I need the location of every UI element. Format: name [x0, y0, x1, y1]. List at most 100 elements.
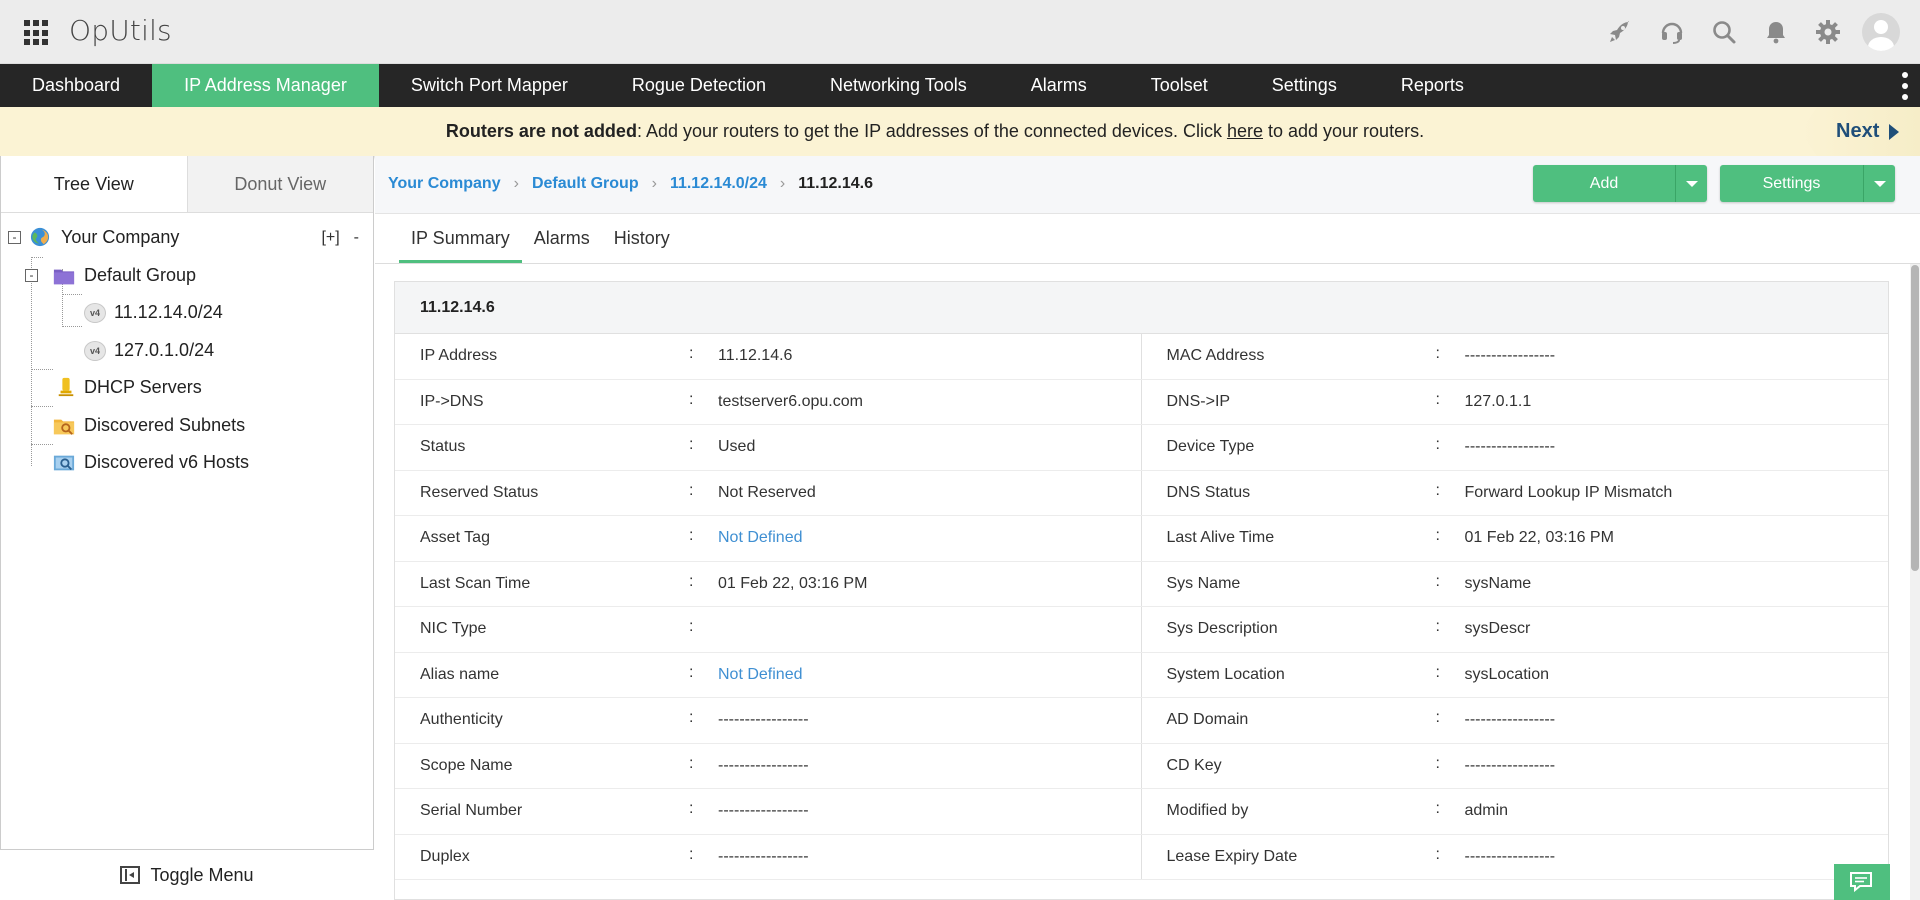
field-label: CD Key [1166, 756, 1222, 774]
expand-all-button[interactable]: [+] [321, 229, 339, 247]
more-menu-icon[interactable] [1900, 72, 1910, 100]
summary-row: Duplex: ----------------- Lease Expiry Dat… [395, 834, 1888, 880]
top-header: OpUtils [0, 0, 1920, 64]
nav-alarms[interactable]: Alarms [999, 64, 1119, 107]
nav-rogue-detection[interactable]: Rogue Detection [600, 64, 798, 107]
field-value: ----------------- [1464, 347, 1556, 365]
summary-row: Serial Number: ----------------- Modified … [395, 789, 1888, 835]
banner-next-button[interactable]: Next [1800, 107, 1920, 156]
tab-alarms[interactable]: Alarms [522, 215, 602, 263]
nav-networking-tools[interactable]: Networking Tools [798, 64, 999, 107]
field-value: sysLocation [1464, 665, 1550, 683]
tab-ip-summary[interactable]: IP Summary [399, 215, 522, 263]
view-tabs: Tree View Donut View [1, 156, 373, 213]
toggle-menu-button[interactable]: Toggle Menu [0, 850, 374, 900]
tree-label-discovered-v6: Discovered v6 Hosts [84, 452, 250, 473]
summary-cell: DNS Status: Forward Lookup IP Mismatch [1142, 471, 1889, 516]
breadcrumb-default-group[interactable]: Default Group [532, 175, 639, 193]
summary-cell: Serial Number: ----------------- [395, 789, 1142, 834]
gear-icon[interactable] [1810, 12, 1846, 52]
tree-node-your-company[interactable]: - Your Company [+] - [1, 219, 373, 257]
chat-icon [1850, 872, 1872, 893]
nav-switch-port-mapper[interactable]: Switch Port Mapper [379, 64, 600, 107]
headset-icon[interactable] [1654, 12, 1690, 52]
field-label: Device Type [1166, 438, 1255, 456]
field-label: IP->DNS [420, 392, 484, 410]
settings-dropdown-toggle[interactable] [1864, 165, 1895, 202]
field-separator: : [689, 390, 694, 408]
field-value: ----------------- [1464, 711, 1556, 729]
nav-dashboard[interactable]: Dashboard [0, 64, 152, 107]
collapse-toggle[interactable]: - [25, 268, 38, 282]
field-value-link[interactable]: Not Defined [718, 529, 803, 547]
summary-cell: Sys Description: sysDescr [1142, 607, 1889, 652]
tree-node-discovered-v6-hosts[interactable]: Discovered v6 Hosts [1, 444, 373, 482]
summary-row: IP->DNS: testserver6.opu.com DNS->IP: 127.0… [395, 379, 1888, 425]
tab-tree-view[interactable]: Tree View [1, 156, 187, 212]
field-label: Sys Name [1166, 574, 1241, 592]
chevron-right-icon: › [513, 175, 519, 192]
tab-donut-view[interactable]: Donut View [186, 156, 373, 212]
nav-ip-address-manager[interactable]: IP Address Manager [152, 64, 379, 107]
tree-node-subnet[interactable]: v4 127.0.1.0/24 [1, 332, 373, 370]
app-title: OpUtils [69, 14, 172, 47]
summary-cell: CD Key: ----------------- [1142, 744, 1889, 789]
settings-button[interactable]: Settings [1720, 165, 1864, 202]
summary-cell: Asset Tag: Not Defined [395, 516, 1142, 561]
nav-toolset[interactable]: Toolset [1119, 64, 1240, 107]
tree-node-default-group[interactable]: - Default Group [1, 257, 373, 295]
field-value: ----------------- [718, 847, 809, 865]
summary-row: Status: Used Device Type: ----------------- [395, 425, 1888, 471]
collapse-toggle[interactable]: - [8, 231, 21, 244]
banner-here-link[interactable]: here [1227, 121, 1263, 141]
breadcrumb-subnet[interactable]: 11.12.14.0/24 [670, 175, 767, 193]
caret-down-icon [1873, 180, 1886, 187]
main-nav: Dashboard IP Address Manager Switch Port… [0, 64, 1920, 107]
tree-label-default-group: Default Group [84, 264, 197, 285]
app-grid-icon[interactable] [24, 20, 50, 46]
field-separator: : [1435, 709, 1440, 726]
collapse-all-button[interactable]: - [354, 229, 359, 247]
search-icon[interactable] [1706, 12, 1742, 52]
breadcrumb-your-company[interactable]: Your Company [388, 175, 501, 193]
add-button[interactable]: Add [1533, 165, 1676, 202]
summary-cell: AD Domain: ----------------- [1142, 698, 1889, 743]
field-label: DNS->IP [1166, 392, 1231, 410]
field-separator: : [1435, 663, 1440, 681]
tree-node-subnet[interactable]: v4 11.12.14.0/24 [1, 294, 373, 332]
breadcrumb-current-ip: 11.12.14.6 [798, 175, 873, 192]
avatar[interactable] [1862, 13, 1900, 51]
tree-node-dhcp-servers[interactable]: DHCP Servers [1, 369, 373, 407]
summary-row: NIC Type: Sys Description: sysDescr [395, 607, 1888, 653]
field-value: Used [718, 438, 756, 456]
summary-cell: Last Alive Time: 01 Feb 22, 03:16 PM [1142, 516, 1889, 561]
field-value: 11.12.14.6 [718, 347, 793, 365]
add-dropdown-toggle[interactable] [1676, 165, 1707, 202]
bell-icon[interactable] [1758, 12, 1794, 52]
field-label: NIC Type [420, 620, 487, 638]
field-separator: : [689, 572, 694, 590]
tree-node-discovered-subnets[interactable]: Discovered Subnets [1, 407, 373, 445]
caret-down-icon [1685, 180, 1698, 187]
field-value: ----------------- [718, 756, 809, 774]
summary-row: Reserved Status: Not Reserved DNS Status: F… [395, 470, 1889, 516]
summary-cell: Reserved Status: Not Reserved [395, 470, 1142, 515]
summary-cell: Modified by: admin [1142, 789, 1889, 834]
tree-label-dhcp: DHCP Servers [84, 377, 202, 398]
rocket-icon[interactable] [1602, 12, 1638, 52]
field-value-link[interactable]: Not Defined [718, 666, 803, 684]
nav-reports[interactable]: Reports [1369, 64, 1496, 107]
summary-rows: IP Address: 11.12.14.6 MAC Address: -------… [395, 334, 1888, 880]
tab-history[interactable]: History [602, 215, 682, 263]
nav-settings[interactable]: Settings [1240, 64, 1369, 107]
field-label: Modified by [1166, 802, 1249, 820]
field-separator: : [1435, 754, 1440, 772]
scrollbar-thumb[interactable] [1911, 265, 1919, 571]
chat-button[interactable] [1834, 864, 1890, 900]
field-value: sysDescr [1464, 620, 1531, 638]
summary-cell: Sys Name: sysName [1142, 562, 1889, 607]
field-separator: : [689, 800, 694, 817]
field-separator: : [689, 345, 694, 362]
field-label: Lease Expiry Date [1166, 847, 1298, 865]
field-separator: : [1435, 481, 1440, 499]
